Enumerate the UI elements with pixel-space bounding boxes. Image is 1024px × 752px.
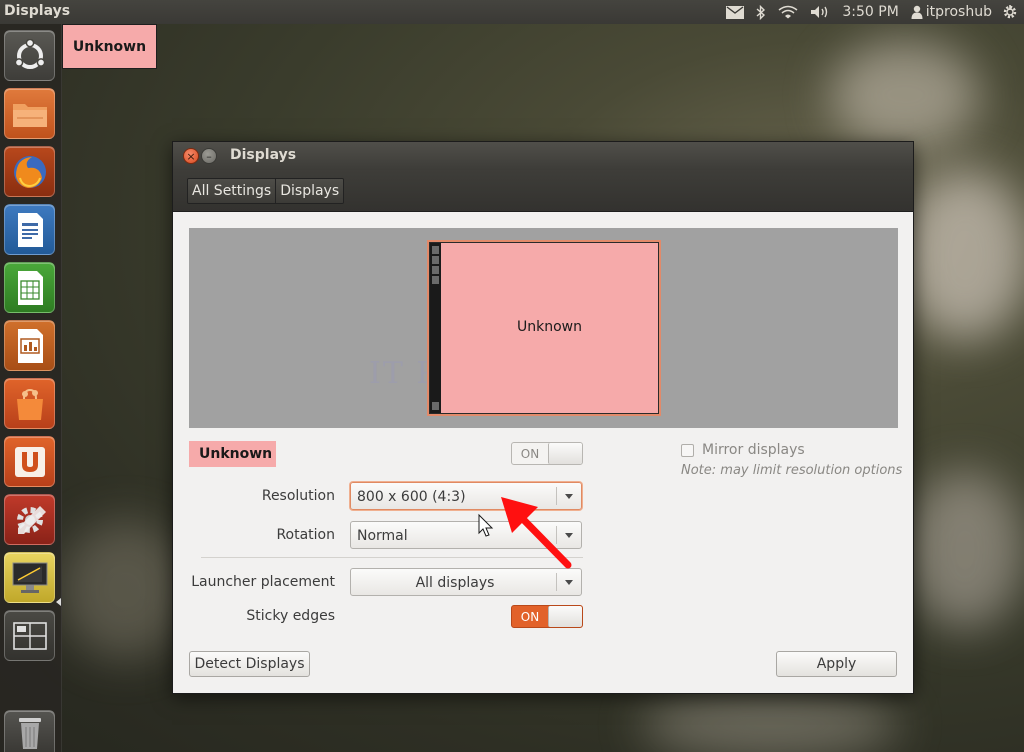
indicator-area: 3:50 PM itproshub [720, 0, 1024, 24]
monitor-launcher-strip [430, 243, 441, 413]
rotation-value: Normal [357, 528, 408, 544]
launcher-item-libreoffice-impress[interactable] [4, 320, 55, 371]
workspaces-icon [12, 621, 47, 650]
launcher-item-firefox[interactable] [4, 146, 55, 197]
launcher-placement-dropdown[interactable]: All displays [350, 568, 582, 596]
launcher-item-system-settings[interactable] [4, 494, 55, 545]
window-title: Displays [230, 147, 297, 163]
displays-window: × – Displays All Settings Displays IT Pr… [172, 141, 914, 694]
volume-icon[interactable] [804, 0, 836, 24]
mirror-displays-label: Mirror displays [702, 442, 805, 458]
launcher-placement-label: Launcher placement [191, 574, 335, 590]
minimize-icon[interactable]: – [201, 148, 217, 164]
sticky-edges-label: Sticky edges [246, 608, 335, 624]
launcher-item-trash[interactable] [4, 710, 55, 752]
sticky-edges-switch[interactable]: ON [511, 605, 583, 628]
combo-separator [556, 573, 557, 591]
launcher [0, 24, 62, 752]
launcher-item-libreoffice-writer[interactable] [4, 204, 55, 255]
resolution-dropdown[interactable]: 800 x 600 (4:3) [350, 482, 582, 510]
combo-separator [556, 526, 557, 544]
launcher-item-workspace-switcher[interactable] [4, 610, 55, 661]
launcher-item-ubuntu-one[interactable] [4, 436, 55, 487]
launcher-item-libreoffice-calc[interactable] [4, 262, 55, 313]
power-gear-icon[interactable] [996, 0, 1024, 24]
settings-wrench-icon [16, 505, 46, 534]
monitor-power-switch[interactable]: ON [511, 442, 583, 465]
chevron-down-icon [565, 533, 573, 538]
bluetooth-icon[interactable] [750, 0, 772, 24]
resolution-label: Resolution [261, 488, 335, 504]
top-panel: Displays 3:50 PM itproshub [0, 0, 1024, 24]
ubuntu-logo-icon [14, 38, 45, 69]
launcher-placement-value: All displays [415, 575, 495, 591]
shopping-bag-icon [16, 388, 43, 420]
monitor-preview[interactable]: Unknown [429, 242, 659, 414]
monitor-name-badge: Unknown [189, 441, 276, 467]
wallpaper-blob [905, 470, 1024, 630]
desktop-monitor-label: Unknown [62, 24, 157, 69]
wifi-icon[interactable] [772, 0, 804, 24]
display-arrangement-area[interactable]: IT Pros HUB Unknown [189, 228, 898, 428]
combo-separator [556, 487, 557, 505]
breadcrumb-displays[interactable]: Displays [275, 179, 344, 203]
writer-icon [17, 212, 43, 247]
window-toolbar: All Settings Displays [173, 170, 913, 212]
wallpaper-blob [830, 40, 980, 150]
clock[interactable]: 3:50 PM [836, 0, 904, 24]
firefox-icon [13, 155, 46, 188]
breadcrumb-all-settings[interactable]: All Settings [188, 179, 276, 203]
rotation-label: Rotation [276, 527, 335, 543]
envelope-icon[interactable] [720, 0, 750, 24]
calc-icon [17, 270, 43, 305]
launcher-active-indicator [56, 598, 61, 606]
window-titlebar[interactable]: × – Displays [173, 142, 913, 170]
switch-knob [548, 606, 582, 627]
mirror-displays-row[interactable]: Mirror displays [681, 442, 805, 458]
wallpaper-blob [900, 170, 1024, 340]
close-icon[interactable]: × [183, 148, 199, 164]
rotation-dropdown[interactable]: Normal [350, 521, 582, 549]
breadcrumb: All Settings Displays [187, 178, 345, 204]
user-name: itproshub [925, 4, 992, 20]
mirror-note: Note: may limit resolution options [681, 463, 903, 478]
monitor-power-switch-label: ON [520, 446, 540, 461]
wallpaper-blob [640, 690, 900, 752]
apply-button[interactable]: Apply [776, 651, 897, 677]
launcher-item-home-folder[interactable] [4, 88, 55, 139]
switch-knob [548, 443, 582, 464]
launcher-item-displays[interactable] [4, 552, 55, 603]
monitor-preview-label: Unknown [517, 319, 582, 335]
user-icon [911, 5, 923, 19]
wallpaper-blob [60, 520, 190, 660]
active-app-title: Displays [4, 3, 71, 19]
resolution-value: 800 x 600 (4:3) [357, 489, 466, 505]
detect-displays-button[interactable]: Detect Displays [189, 651, 310, 677]
ubuntu-one-icon [14, 446, 45, 477]
impress-icon [17, 328, 43, 363]
chevron-down-icon [565, 580, 573, 585]
divider [201, 557, 583, 558]
display-icon [12, 562, 47, 593]
launcher-item-ubuntu-dash[interactable] [4, 30, 55, 81]
folder-icon [12, 103, 47, 127]
mirror-displays-checkbox[interactable] [681, 443, 694, 457]
chevron-down-icon [565, 494, 573, 499]
launcher-item-ubuntu-software-center[interactable] [4, 378, 55, 429]
sticky-edges-switch-label: ON [520, 609, 540, 624]
trash-icon [18, 717, 41, 749]
user-menu[interactable]: itproshub [905, 0, 996, 24]
